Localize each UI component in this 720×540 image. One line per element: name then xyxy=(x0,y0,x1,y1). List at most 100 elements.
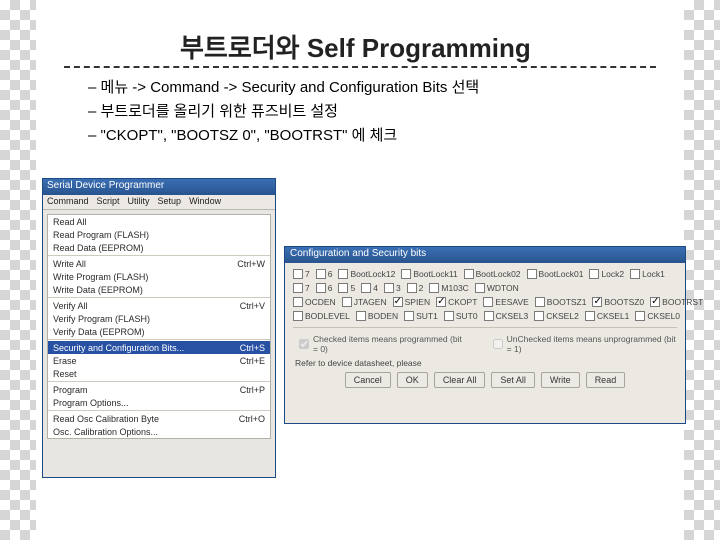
menubar-item[interactable]: Setup xyxy=(158,196,182,208)
fuse-bit-checkbox[interactable] xyxy=(293,269,303,279)
fuse-bit[interactable]: 3 xyxy=(384,283,401,293)
fuse-bit[interactable]: CKSEL0 xyxy=(635,311,680,321)
fuse-bit[interactable]: 2 xyxy=(407,283,424,293)
fuse-bit[interactable]: BOOTRST xyxy=(650,297,703,307)
fuse-bit-checkbox[interactable] xyxy=(404,311,414,321)
fuse-bit-checkbox[interactable] xyxy=(393,297,403,307)
fuse-bit-checkbox[interactable] xyxy=(483,297,493,307)
menu-item[interactable]: ProgramCtrl+P xyxy=(48,383,270,396)
cancel-button[interactable]: Cancel xyxy=(345,372,391,388)
fuse-bit[interactable]: Lock1 xyxy=(630,269,665,279)
fuse-bit[interactable]: BODEN xyxy=(356,311,398,321)
menubar-item[interactable]: Command xyxy=(47,196,89,208)
fuse-bit-checkbox[interactable] xyxy=(293,311,303,321)
fuse-bit[interactable]: 6 xyxy=(316,269,333,279)
fuse-bit[interactable]: CKSEL3 xyxy=(484,311,529,321)
write-button[interactable]: Write xyxy=(541,372,580,388)
fuse-bit[interactable]: BootLock01 xyxy=(527,269,584,279)
menu-item[interactable]: Read Program (FLASH) xyxy=(48,228,270,241)
fuse-bit[interactable]: 6 xyxy=(316,283,333,293)
fuse-bit[interactable]: BootLock02 xyxy=(464,269,521,279)
menu-item[interactable]: Verify Program (FLASH) xyxy=(48,312,270,325)
fuse-bit-checkbox[interactable] xyxy=(429,283,439,293)
divider xyxy=(293,327,677,328)
fuse-bit-checkbox[interactable] xyxy=(356,311,366,321)
fuse-bit[interactable]: JTAGEN xyxy=(342,297,387,307)
fuse-bit-checkbox[interactable] xyxy=(527,269,537,279)
fuse-bit[interactable]: SUT0 xyxy=(444,311,478,321)
fuse-bit-checkbox[interactable] xyxy=(534,311,544,321)
menu-item[interactable]: Write Program (FLASH) xyxy=(48,270,270,283)
fuse-bit-checkbox[interactable] xyxy=(475,283,485,293)
fuse-bit-checkbox[interactable] xyxy=(535,297,545,307)
fuse-bit-checkbox[interactable] xyxy=(650,297,660,307)
fuse-bit-row: 76 BootLock12 BootLock11 BootLock02 BootLock… xyxy=(293,269,677,279)
fuse-bit-checkbox[interactable] xyxy=(592,297,602,307)
menu-item[interactable]: Verify AllCtrl+V xyxy=(48,299,270,312)
bullet-item: 메뉴 -> Command -> Security and Configurat… xyxy=(88,76,479,100)
fuse-bit[interactable]: Lock2 xyxy=(589,269,624,279)
menu-item[interactable]: Osc. Calibration Options... xyxy=(48,425,270,438)
fuse-bit[interactable]: BOOTSZ1 xyxy=(535,297,587,307)
fuse-bit-label: CKSEL0 xyxy=(647,311,680,321)
fuse-bit-checkbox[interactable] xyxy=(401,269,411,279)
fuse-bit[interactable]: 4 xyxy=(361,283,378,293)
fuse-bit[interactable]: CKSEL2 xyxy=(534,311,579,321)
menu-item[interactable]: Reset xyxy=(48,367,270,380)
fuse-bit[interactable]: OCDEN xyxy=(293,297,336,307)
fuse-bit-label: JTAGEN xyxy=(354,297,387,307)
fuse-bit[interactable]: SPIEN xyxy=(393,297,431,307)
command-menu: Read AllRead Program (FLASH)Read Data (E… xyxy=(47,214,271,439)
fuse-bit[interactable]: BootLock11 xyxy=(401,269,457,279)
fuse-bit-checkbox[interactable] xyxy=(293,283,303,293)
clear-all-button[interactable]: Clear All xyxy=(434,372,486,388)
fuse-bit-checkbox[interactable] xyxy=(338,269,348,279)
fuse-bit-checkbox[interactable] xyxy=(293,297,303,307)
menu-item[interactable]: Read Osc Calibration ByteCtrl+O xyxy=(48,412,270,425)
fuse-bit[interactable]: 7 xyxy=(293,283,310,293)
fuse-bit-checkbox[interactable] xyxy=(585,311,595,321)
fuse-bit-checkbox[interactable] xyxy=(316,283,326,293)
fuse-bit-label: SUT0 xyxy=(456,311,478,321)
menubar-item[interactable]: Script xyxy=(97,196,120,208)
fuse-bit[interactable]: CKOPT xyxy=(436,297,477,307)
menubar-item[interactable]: Window xyxy=(189,196,221,208)
fuse-bit-checkbox[interactable] xyxy=(589,269,599,279)
fuse-bit-checkbox[interactable] xyxy=(464,269,474,279)
fuse-bit[interactable]: SUT1 xyxy=(404,311,438,321)
fuse-bit-checkbox[interactable] xyxy=(635,311,645,321)
set-all-button[interactable]: Set All xyxy=(491,372,535,388)
fuse-bit-checkbox[interactable] xyxy=(338,283,348,293)
read-button[interactable]: Read xyxy=(586,372,626,388)
menu-item[interactable]: Verify Data (EEPROM) xyxy=(48,325,270,338)
fuse-bit-checkbox[interactable] xyxy=(436,297,446,307)
fuse-bit[interactable]: WDTON xyxy=(475,283,519,293)
menu-item[interactable]: Security and Configuration Bits...Ctrl+S xyxy=(48,341,270,354)
menu-item[interactable]: Write Data (EEPROM) xyxy=(48,283,270,296)
menu-item[interactable]: Program Options... xyxy=(48,396,270,409)
fuse-bit[interactable]: CKSEL1 xyxy=(585,311,630,321)
fuse-bit-checkbox[interactable] xyxy=(342,297,352,307)
fuse-bit[interactable]: 5 xyxy=(338,283,355,293)
fuse-bit-checkbox[interactable] xyxy=(484,311,494,321)
fuse-bit-checkbox[interactable] xyxy=(444,311,454,321)
fuse-bit[interactable]: M103C xyxy=(429,283,468,293)
menu-item[interactable]: EraseCtrl+E xyxy=(48,354,270,367)
fuse-bit-checkbox[interactable] xyxy=(361,283,371,293)
ok-button[interactable]: OK xyxy=(397,372,428,388)
menu-item[interactable]: Read All xyxy=(48,215,270,228)
fuse-bit[interactable]: BootLock12 xyxy=(338,269,395,279)
menu-item[interactable]: Write AllCtrl+W xyxy=(48,257,270,270)
fuse-bit-checkbox[interactable] xyxy=(630,269,640,279)
fuse-bit[interactable]: EESAVE xyxy=(483,297,528,307)
menubar-item[interactable]: Utility xyxy=(128,196,150,208)
fuse-bit-checkbox[interactable] xyxy=(407,283,417,293)
menu-item[interactable]: Read Data (EEPROM) xyxy=(48,241,270,254)
fuse-bit[interactable]: BOOTSZ0 xyxy=(592,297,644,307)
fuse-bit[interactable]: 7 xyxy=(293,269,310,279)
legend-unchecked-icon xyxy=(493,339,503,349)
menu-separator xyxy=(48,255,270,256)
fuse-bit-checkbox[interactable] xyxy=(384,283,394,293)
fuse-bit[interactable]: BODLEVEL xyxy=(293,311,350,321)
fuse-bit-checkbox[interactable] xyxy=(316,269,326,279)
